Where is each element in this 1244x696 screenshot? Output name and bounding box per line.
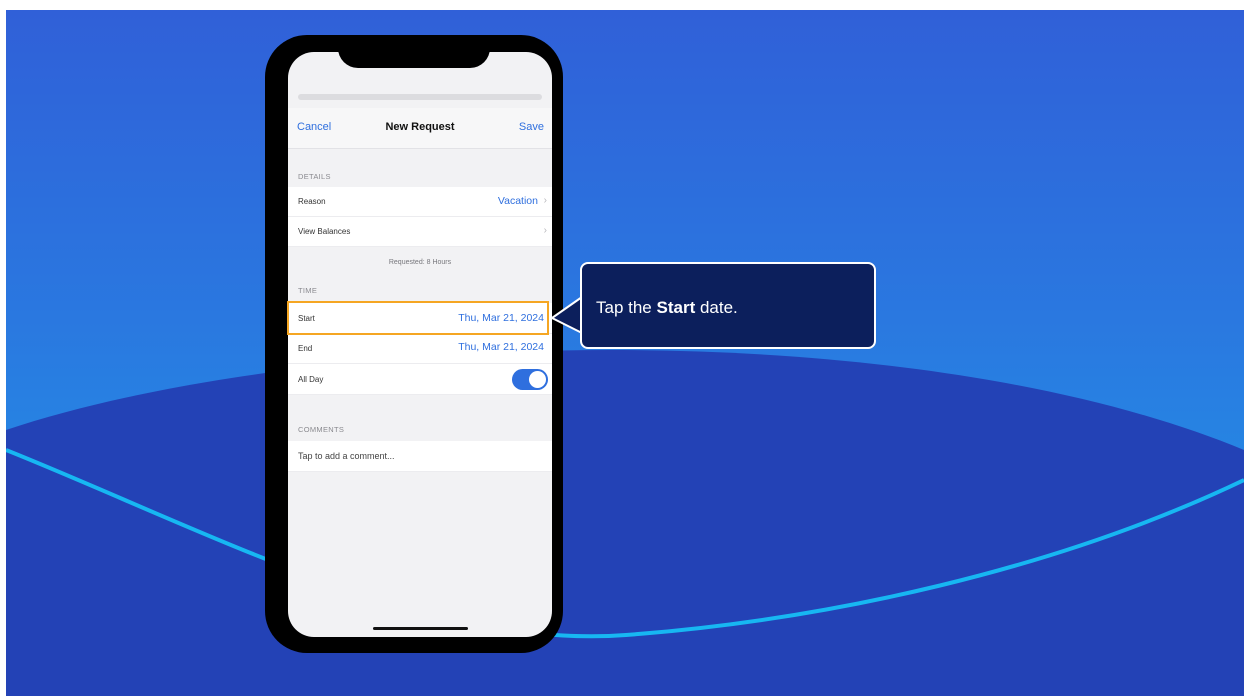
view-balances-label: View Balances <box>298 227 351 236</box>
phone-screen: Cancel New Request Save DETAILS Reason V… <box>288 52 552 637</box>
callout-text: Tap the Start date. <box>596 298 738 318</box>
view-balances-row[interactable]: View Balances › <box>288 217 552 247</box>
callout-prefix: Tap the <box>596 298 657 317</box>
reason-label: Reason <box>298 197 326 206</box>
comments-section-header: COMMENTS <box>298 425 345 434</box>
callout-bold: Start <box>656 298 696 317</box>
tutorial-background <box>6 10 1244 696</box>
all-day-label: All Day <box>298 375 324 384</box>
reason-value: Vacation <box>497 195 538 207</box>
comment-placeholder: Tap to add a comment... <box>298 451 395 461</box>
sheet-grabber <box>298 94 542 100</box>
instruction-callout: Tap the Start date. <box>580 262 876 349</box>
chevron-right-icon: › <box>543 195 547 206</box>
home-indicator <box>373 627 468 630</box>
time-section-header: TIME <box>298 286 318 295</box>
details-section-header: DETAILS <box>298 172 331 181</box>
comment-input[interactable]: Tap to add a comment... <box>288 441 552 472</box>
callout-pointer <box>551 296 583 334</box>
save-button[interactable]: Save <box>519 121 544 133</box>
chevron-right-icon: › <box>543 225 547 236</box>
background-wave <box>6 350 1244 696</box>
page-title: New Request <box>385 121 455 133</box>
start-date-highlight <box>287 301 549 335</box>
requested-hours: Requested: 8 Hours <box>388 259 452 266</box>
callout-suffix: date. <box>695 298 738 317</box>
reason-row[interactable]: Reason Vacation › <box>288 187 552 217</box>
end-date-value[interactable]: Thu, Mar 21, 2024 <box>458 341 544 353</box>
nav-bar: Cancel New Request Save <box>288 108 552 149</box>
end-date-row[interactable]: End Thu, Mar 21, 2024 <box>288 334 552 364</box>
all-day-row: All Day <box>288 364 552 395</box>
end-label: End <box>298 344 313 353</box>
phone-notch <box>338 38 490 68</box>
toggle-knob <box>529 371 546 388</box>
all-day-toggle[interactable] <box>512 369 548 390</box>
